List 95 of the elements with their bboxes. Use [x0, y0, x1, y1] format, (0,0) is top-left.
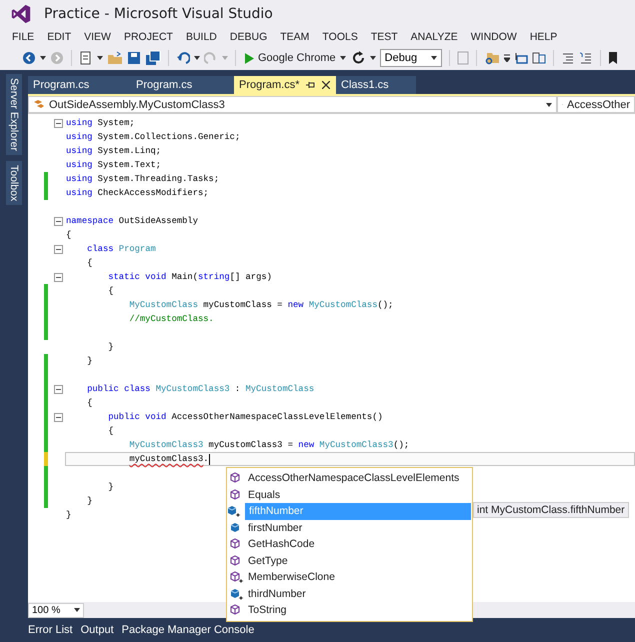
play-icon: [245, 52, 254, 64]
menu-item[interactable]: TEAM: [280, 31, 310, 43]
menu-item[interactable]: FILE: [12, 31, 34, 43]
configuration-dropdown[interactable]: Debug: [380, 49, 442, 67]
menu-item[interactable]: PROJECT: [124, 31, 173, 43]
document-tab[interactable]: Program.cs*: [234, 76, 336, 94]
menu-item[interactable]: BUILD: [186, 31, 217, 43]
pin-icon[interactable]: [306, 81, 316, 89]
caret-icon: [430, 56, 437, 60]
menu-item[interactable]: HELP: [530, 31, 558, 43]
bookmark-icon[interactable]: [608, 51, 618, 65]
save-icon[interactable]: [127, 51, 141, 65]
tool-window-tab[interactable]: Package Manager Console: [122, 624, 254, 636]
caret-icon: [74, 608, 80, 612]
completion-item[interactable]: GetType: [227, 552, 472, 569]
code-line: using System.Threading.Tasks;: [65, 173, 220, 186]
run-button[interactable]: Google Chrome: [243, 52, 348, 64]
save-all-icon[interactable]: [145, 51, 161, 65]
code-line: }: [107, 341, 115, 354]
code-line: {: [86, 397, 94, 410]
app-logo-icon: [10, 3, 32, 25]
completion-item[interactable]: firstNumber: [227, 520, 472, 536]
code-line: using System.Text;: [65, 159, 162, 172]
completion-item[interactable]: GetHashCode: [227, 536, 472, 552]
completion-item[interactable]: AccessOtherNamespaceClassLevelElements: [227, 470, 472, 486]
undo-icon[interactable]: [176, 51, 190, 65]
code-line: public void AccessOtherNamespaceClassLevelElements(): [107, 411, 384, 424]
side-panel-tab[interactable]: Toolbox: [6, 160, 22, 206]
document-tab[interactable]: Program.cs: [28, 76, 131, 94]
tooltip: int MyCustomClass.fifthNumber: [473, 502, 629, 518]
toolbar-icon[interactable]: [514, 51, 528, 65]
code-line: using System.Collections.Generic;: [65, 131, 242, 144]
completion-item[interactable]: MemberwiseClone: [227, 569, 472, 586]
collapse-icon[interactable]: [54, 244, 63, 254]
back-icon[interactable]: [22, 51, 36, 65]
completion-item[interactable]: ToString: [227, 602, 472, 618]
code-line: }: [86, 495, 94, 508]
overflow-icon[interactable]: [504, 54, 510, 62]
code-line: }: [65, 509, 72, 522]
code-line: MyCustomClass myCustomClass = new MyCustomClass();: [128, 299, 394, 312]
menu-item[interactable]: ANALYZE: [410, 31, 458, 43]
tool-window-tab[interactable]: Error List: [28, 624, 73, 636]
code-line: {: [86, 257, 94, 270]
collapse-icon[interactable]: [54, 118, 63, 128]
code-line: MyCustomClass3 myCustomClass3 = new MyCustomClass3();: [128, 439, 410, 452]
menu-item[interactable]: WINDOW: [470, 31, 517, 43]
code-line: public class MyCustomClass3 : MyCustomClass: [86, 383, 316, 396]
menu-item[interactable]: VIEW: [84, 31, 111, 43]
find-folder-icon[interactable]: [484, 51, 500, 65]
code-line: }: [107, 481, 115, 494]
caret-icon: [546, 102, 552, 106]
caret-icon[interactable]: [194, 56, 200, 60]
close-icon[interactable]: [322, 81, 330, 89]
field-icon: [227, 505, 241, 518]
code-line: {: [107, 425, 115, 438]
code-line: using System;: [65, 117, 136, 130]
caret-icon: [340, 56, 346, 60]
code-line: using CheckAccessModifiers;: [65, 187, 210, 200]
menu-item[interactable]: EDIT: [47, 31, 72, 43]
type-scope-dropdown[interactable]: OutSideAssembly.MyCustomClass3: [28, 96, 557, 113]
zoom-dropdown[interactable]: 100 %: [28, 602, 84, 618]
code-line: }: [86, 355, 94, 368]
member-scope-dropdown[interactable]: AccessOther: [557, 96, 635, 113]
new-project-icon[interactable]: [79, 51, 93, 65]
collapse-icon[interactable]: [54, 412, 63, 422]
collapse-icon[interactable]: [54, 216, 63, 226]
comment-lines-icon[interactable]: [560, 51, 575, 65]
caret-icon[interactable]: [40, 56, 46, 60]
completion-item[interactable]: thirdNumber: [227, 586, 472, 602]
document-tab[interactable]: Class1.cs: [336, 76, 416, 94]
code-line: {: [107, 285, 115, 298]
document-tab[interactable]: Program.cs: [131, 76, 234, 94]
code-line: using System.Linq;: [65, 145, 162, 158]
class-icon: [33, 98, 45, 110]
toolbar-icon[interactable]: [532, 51, 546, 65]
code-line: {: [65, 229, 72, 242]
collapse-icon[interactable]: [54, 384, 63, 394]
code-line: namespace OutSideAssembly: [65, 215, 199, 228]
caret-icon[interactable]: [97, 56, 103, 60]
code-line: class Program: [86, 243, 157, 256]
window-title: Practice - Microsoft Visual Studio: [44, 6, 273, 22]
side-panel-tab[interactable]: Server Explorer: [6, 74, 22, 155]
completion-item[interactable]: Equals: [227, 486, 472, 503]
code-line: //myCustomClass.: [128, 313, 215, 326]
tool-window-tab[interactable]: Output: [80, 624, 114, 636]
menu-item[interactable]: TOOLS: [322, 31, 358, 43]
collapse-icon[interactable]: [54, 272, 63, 282]
code-line: static void Main(string[] args): [107, 271, 273, 284]
field-icon: [230, 588, 244, 600]
caret-icon[interactable]: [370, 56, 376, 60]
refresh-icon[interactable]: [352, 51, 366, 65]
uncomment-lines-icon[interactable]: [578, 51, 593, 65]
menu-item[interactable]: TEST: [370, 31, 398, 43]
menu-item[interactable]: DEBUG: [230, 31, 268, 43]
folder-icon[interactable]: [107, 51, 123, 65]
